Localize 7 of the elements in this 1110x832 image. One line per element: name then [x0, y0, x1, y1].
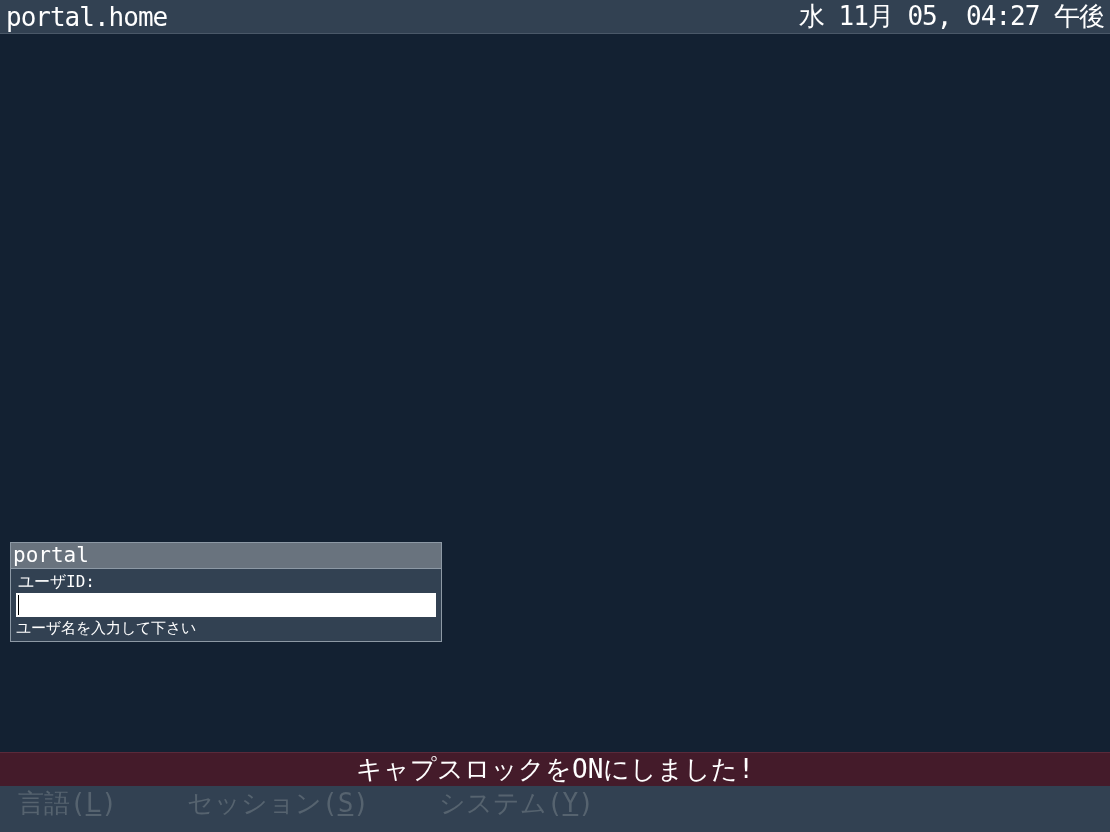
- hint-text: ユーザ名を入力して下さい: [16, 618, 197, 639]
- prompt-label: ユーザID:: [17, 571, 96, 593]
- host-name: portal.home: [6, 1, 168, 32]
- clock: 水 11月 05, 04:27 午後: [798, 0, 1104, 33]
- input-field[interactable]: [16, 593, 436, 617]
- message-bar: キャプスロックをONにしました!: [0, 752, 1110, 786]
- dialog-title: portal: [11, 543, 441, 569]
